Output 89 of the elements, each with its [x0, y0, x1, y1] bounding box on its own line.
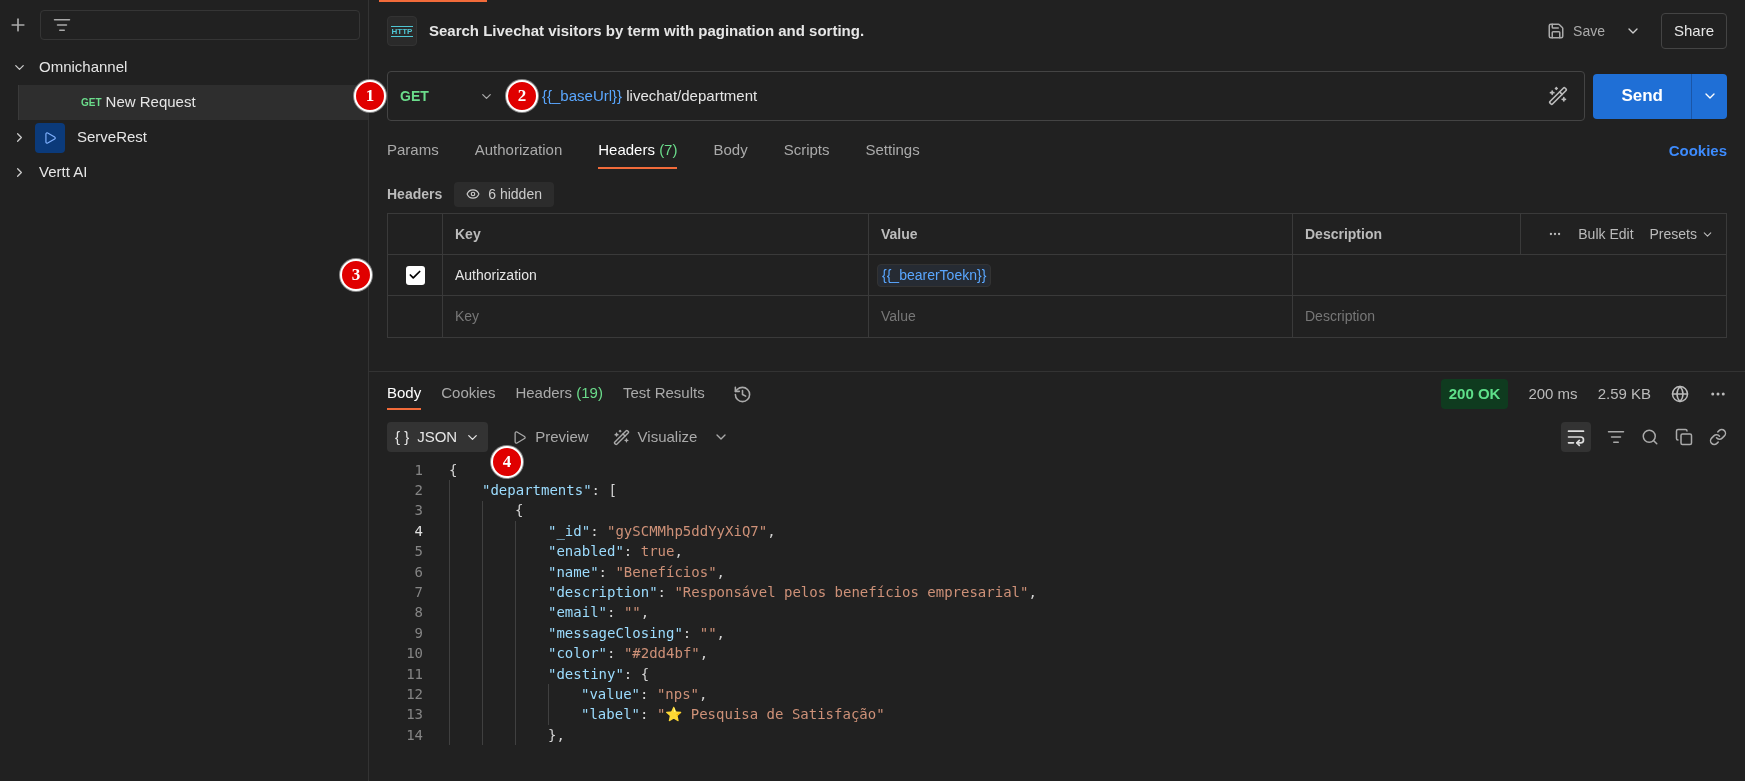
line-number: 3: [413, 501, 424, 521]
key-field[interactable]: Key: [443, 296, 869, 337]
line-number: 1: [413, 460, 424, 480]
wrap-icon[interactable]: [1561, 422, 1591, 452]
search-icon[interactable]: [1641, 428, 1659, 446]
column-header: Value: [881, 224, 918, 244]
code-line: "email": "",: [548, 603, 650, 623]
response-time: 200 ms: [1528, 383, 1578, 404]
filter-icon[interactable]: [1607, 428, 1625, 446]
request-tab[interactable]: Authorization: [474, 133, 563, 169]
request-tab[interactable]: Scripts: [783, 133, 830, 169]
preview-button[interactable]: Preview: [504, 425, 597, 449]
checkbox[interactable]: [405, 265, 425, 285]
format-dropdown[interactable]: { } JSON: [387, 422, 489, 452]
line-number: 8: [413, 603, 424, 623]
step-marker: 3: [340, 259, 372, 291]
code-line: "enabled": true,: [548, 542, 683, 562]
code-line: {: [449, 460, 458, 480]
filter-icon: [53, 16, 71, 34]
play-icon: [512, 429, 528, 445]
play-icon: [35, 122, 65, 153]
code-line: "value": "nps",: [581, 685, 708, 704]
step-marker: 4: [491, 446, 523, 478]
line-number: 9: [413, 623, 424, 643]
copy-icon[interactable]: [1675, 428, 1693, 446]
link-icon[interactable]: [1709, 428, 1727, 446]
request-tab[interactable]: Headers (7): [598, 133, 678, 169]
code-line: {: [515, 501, 524, 521]
line-number: 13: [405, 705, 424, 725]
code-line: },: [548, 725, 565, 745]
line-number: 2: [413, 481, 424, 501]
magic-icon[interactable]: [1548, 86, 1569, 106]
visualize-button[interactable]: Visualize: [612, 425, 698, 449]
url-field[interactable]: {{_baseUrl}} livechat/department: [542, 84, 758, 108]
request-item[interactable]: GET New Request: [18, 85, 368, 120]
request-tab[interactable]: Body: [713, 133, 748, 169]
variable-tag: {{_bearerToekn}}: [877, 263, 992, 287]
response-tab[interactable]: Body: [387, 378, 422, 410]
column-header: Key: [455, 224, 481, 244]
line-number: 10: [405, 644, 424, 664]
collection-item[interactable]: ServeRest: [0, 120, 368, 155]
hidden-count: 6 hidden: [454, 181, 554, 207]
share-button[interactable]: Share: [1660, 13, 1727, 49]
response-tab[interactable]: Cookies: [441, 378, 496, 410]
presets-dropdown[interactable]: Presets: [1649, 223, 1714, 245]
eye-icon: [466, 187, 481, 201]
method-label: GET: [81, 96, 102, 110]
cookies-link[interactable]: Cookies: [1668, 139, 1727, 163]
code-line: "color": "#2dd4bf",: [548, 644, 709, 664]
code-line: "messageClosing": "",: [548, 623, 725, 643]
filter-field[interactable]: [40, 10, 360, 40]
step-marker: 2: [506, 80, 538, 112]
value-field[interactable]: Value: [869, 296, 1293, 337]
code-line: "name": "Benefícios",: [548, 562, 726, 582]
code-line: "destiny": {: [548, 664, 650, 684]
request-name: New Request: [105, 92, 196, 113]
request-title: Search Livechat visitors by term with pagination and sorting.: [429, 20, 866, 41]
request-tab[interactable]: Settings: [865, 133, 920, 169]
response-tab[interactable]: Test Results: [622, 378, 705, 410]
code-line: "_id": "gySCMMhp5ddYyXiQ7",: [548, 521, 776, 542]
line-number: 5: [413, 542, 424, 562]
request-tab[interactable]: Params: [387, 133, 439, 169]
save-icon: [1547, 22, 1566, 40]
line-number: 7: [413, 583, 424, 603]
step-marker: 1: [354, 80, 386, 112]
code-line: "description": "Responsável pelos benefícios empresarial",: [548, 583, 1037, 603]
section-label: Headers: [387, 184, 443, 204]
save-button[interactable]: Save: [1539, 20, 1613, 42]
magic-icon: [612, 428, 630, 446]
description-field[interactable]: Description: [1293, 296, 1521, 337]
line-number: 6: [413, 562, 424, 582]
line-number: 12: [405, 685, 424, 704]
line-number: 14: [405, 725, 424, 745]
code-line: "label": "⭐ Pesquisa de Satisfação": [581, 705, 885, 725]
status-badge: 200 OK: [1440, 378, 1509, 410]
line-number: 4: [413, 521, 424, 541]
response-size: 2.59 KB: [1597, 383, 1651, 404]
check-icon: [408, 268, 422, 282]
http-icon: HTTP: [387, 16, 417, 46]
line-number: 11: [405, 664, 424, 684]
response-tab[interactable]: Headers (19): [515, 378, 603, 410]
history-icon[interactable]: [732, 384, 752, 404]
bulk-edit-button[interactable]: Bulk Edit: [1578, 223, 1634, 245]
code-line: "departments": [: [482, 481, 617, 501]
table-cell-text: Authorization: [455, 265, 537, 285]
method-dropdown[interactable]: GET: [388, 72, 506, 120]
column-header: Description: [1305, 224, 1382, 244]
network-icon[interactable]: [1671, 385, 1689, 403]
collection-item[interactable]: Vertt AI: [0, 155, 368, 190]
